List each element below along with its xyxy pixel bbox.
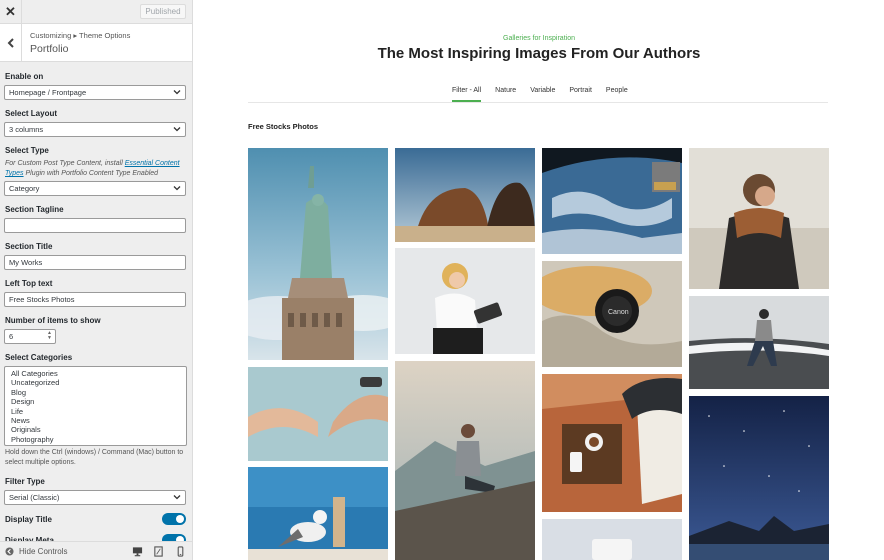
select-layout-select[interactable]: 3 columns xyxy=(4,122,186,137)
published-button[interactable]: Published xyxy=(140,4,186,19)
category-option[interactable]: Life xyxy=(11,407,186,416)
gallery-image-man-on-wall[interactable] xyxy=(395,361,535,560)
section-tagline-input[interactable] xyxy=(4,218,186,233)
hide-controls-icon[interactable] xyxy=(5,547,14,556)
items-to-show-label: Number of items to show xyxy=(5,316,101,325)
gallery-image-earth-from-space[interactable] xyxy=(542,148,682,254)
stepper-arrows-icon[interactable]: ▲ ▼ xyxy=(47,331,52,341)
enable-on-label: Enable on xyxy=(5,72,44,81)
chevron-down-icon xyxy=(173,186,181,191)
filter-type-value: Serial (Classic) xyxy=(9,493,60,502)
select-type-value: Category xyxy=(9,184,40,193)
gallery-image-coffee-table[interactable] xyxy=(542,374,682,512)
breadcrumb: Customizing ▸ Theme Options xyxy=(30,31,131,40)
tablet-icon[interactable] xyxy=(153,546,164,557)
customizer-topbar: ✕ Published xyxy=(0,0,192,24)
gallery-image-statue-of-liberty[interactable] xyxy=(248,148,388,360)
left-top-text-label: Left Top text xyxy=(5,279,53,288)
chevron-down-icon xyxy=(173,495,181,500)
site-preview: Galleries for Inspiration The Most Inspi… xyxy=(194,0,884,560)
desktop-icon[interactable] xyxy=(132,546,143,557)
section-headline: The Most Inspiring Images From Our Autho… xyxy=(377,45,701,62)
gallery-image-photographer-beach[interactable] xyxy=(689,296,829,389)
gallery-image-seagull[interactable] xyxy=(248,467,388,560)
tab-nature[interactable]: Nature xyxy=(495,87,516,103)
gallery-image-woman-scarf[interactable] xyxy=(689,148,829,289)
chevron-down-icon xyxy=(173,127,181,132)
category-option[interactable]: News xyxy=(11,416,186,425)
customizer-sidebar: ✕ Published Customizing ▸ Theme Options … xyxy=(0,0,193,560)
tab-filter-all[interactable]: Filter - All xyxy=(452,87,482,103)
enable-on-select[interactable]: Homepage / Frontpage xyxy=(4,85,186,100)
left-top-text: Free Stocks Photos xyxy=(248,122,319,131)
items-to-show-value: 6 xyxy=(9,332,14,341)
category-option[interactable]: Uncategorized xyxy=(11,378,186,387)
section-title-input[interactable]: My Works xyxy=(4,255,186,270)
section-header: Customizing ▸ Theme Options Portfolio xyxy=(0,24,192,62)
gallery-image-hands[interactable] xyxy=(248,367,388,461)
section-title-label: Section Title xyxy=(5,242,53,251)
select-type-select[interactable]: Category xyxy=(4,181,186,196)
select-categories-label: Select Categories xyxy=(5,353,73,362)
chevron-down-icon xyxy=(173,90,181,95)
select-layout-value: 3 columns xyxy=(9,125,44,134)
select-type-description: For Custom Post Type Content, install Es… xyxy=(5,159,189,179)
customizer-footer: Hide Controls xyxy=(0,541,192,560)
tab-people[interactable]: People xyxy=(606,87,628,103)
hide-controls-button[interactable]: Hide Controls xyxy=(19,547,67,556)
gallery-image-horses[interactable] xyxy=(395,148,535,242)
panel-title: Portfolio xyxy=(30,43,69,55)
enable-on-value: Homepage / Frontpage xyxy=(9,88,87,97)
display-title-label: Display Title xyxy=(5,515,52,524)
left-top-text-input[interactable]: Free Stocks Photos xyxy=(4,292,186,307)
svg-text:Canon: Canon xyxy=(608,309,629,316)
categories-help-text: Hold down the Ctrl (windows) / Command (… xyxy=(5,449,184,466)
desc-text: Plugin with Portfolio Content Type Enabl… xyxy=(23,170,159,177)
gallery-image-camera-lens[interactable]: Canon xyxy=(542,261,682,367)
category-option[interactable]: All Categories xyxy=(11,369,186,378)
category-option[interactable]: Photography xyxy=(11,435,186,444)
category-option[interactable]: Design xyxy=(11,397,186,406)
close-icon[interactable]: ✕ xyxy=(0,0,22,24)
gallery-image-night-sky[interactable] xyxy=(689,396,829,560)
section-tagline-label: Section Tagline xyxy=(5,205,64,214)
mobile-icon[interactable] xyxy=(175,546,186,557)
filter-tabs: Filter - All Nature Variable Portrait Pe… xyxy=(452,87,642,103)
gallery-image-woman-tablet[interactable] xyxy=(395,248,535,354)
section-tagline: Galleries for Inspiration xyxy=(503,35,575,42)
category-option[interactable]: Originals xyxy=(11,425,186,434)
category-option[interactable]: Blog xyxy=(11,388,186,397)
select-layout-label: Select Layout xyxy=(5,109,58,118)
gallery-image-laptop[interactable] xyxy=(542,519,682,560)
select-type-label: Select Type xyxy=(5,146,49,155)
display-title-toggle[interactable] xyxy=(162,513,186,525)
items-to-show-stepper[interactable]: 6 ▲ ▼ xyxy=(4,329,56,344)
filter-type-label: Filter Type xyxy=(5,477,45,486)
desc-text: For Custom Post Type Content, install xyxy=(5,160,125,167)
filter-type-select[interactable]: Serial (Classic) xyxy=(4,490,186,505)
categories-multiselect[interactable]: All Categories Uncategorized Blog Design… xyxy=(4,366,187,446)
tab-portrait[interactable]: Portrait xyxy=(569,87,592,103)
tabs-divider xyxy=(248,102,828,103)
tab-variable[interactable]: Variable xyxy=(530,87,555,103)
back-arrow-icon[interactable] xyxy=(0,24,22,62)
